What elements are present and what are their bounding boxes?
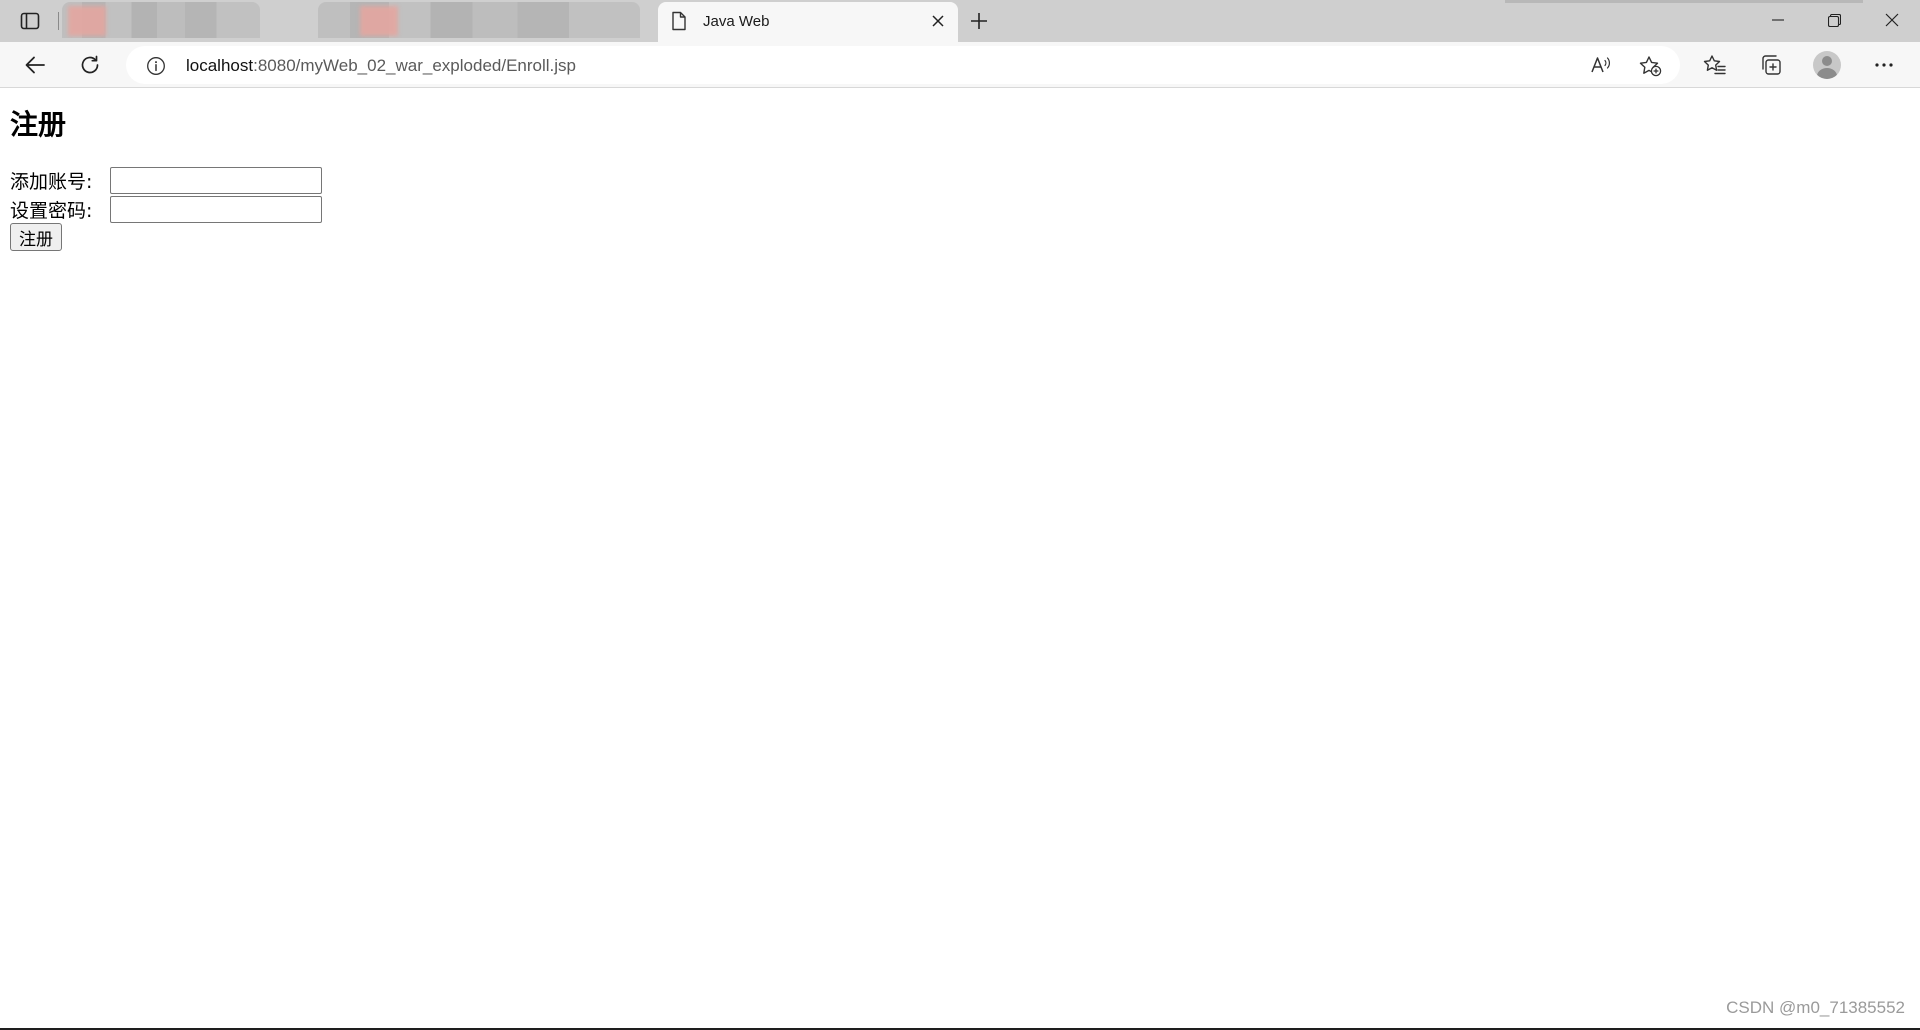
avatar bbox=[1813, 51, 1841, 79]
close-tab-icon[interactable] bbox=[930, 13, 946, 29]
read-aloud-icon[interactable] bbox=[1590, 55, 1612, 75]
blurred-favicon bbox=[68, 6, 106, 36]
password-input[interactable] bbox=[110, 196, 322, 223]
tab-title: Java Web bbox=[703, 13, 770, 30]
site-info-icon[interactable] bbox=[146, 56, 166, 76]
more-horizontal-icon bbox=[1874, 62, 1894, 68]
favorites-icon bbox=[1703, 54, 1727, 76]
minimize-icon bbox=[1771, 14, 1784, 26]
plus-icon bbox=[970, 12, 988, 30]
close-window-button[interactable] bbox=[1863, 0, 1920, 40]
account-row: 添加账号: bbox=[10, 167, 322, 194]
tab-blurred-2[interactable] bbox=[318, 2, 640, 38]
new-tab-button[interactable] bbox=[966, 8, 992, 34]
arrow-left-icon bbox=[24, 55, 46, 75]
reload-icon bbox=[79, 54, 101, 76]
blurred-favicon bbox=[360, 6, 398, 36]
collections-button[interactable] bbox=[1756, 51, 1786, 79]
watermark: CSDN @m0_71385552 bbox=[1726, 998, 1905, 1017]
url-host: localhost bbox=[186, 56, 254, 75]
account-label: 添加账号: bbox=[10, 171, 93, 193]
minimize-button[interactable] bbox=[1749, 0, 1806, 40]
settings-more-button[interactable] bbox=[1869, 51, 1899, 79]
profile-button[interactable] bbox=[1812, 51, 1842, 79]
account-input[interactable] bbox=[110, 167, 322, 194]
tab-active[interactable]: Java Web bbox=[658, 2, 958, 42]
address-bar[interactable]: localhost:8080/myWeb_02_war_exploded/Enr… bbox=[126, 46, 1680, 84]
url-text[interactable]: localhost:8080/myWeb_02_war_exploded/Enr… bbox=[186, 56, 576, 76]
tab-actions-button[interactable] bbox=[14, 8, 46, 34]
web-page: 注册 添加账号: 设置密码: 注册 CSDN @m0_71385552 bbox=[0, 89, 1920, 1030]
password-row: 设置密码: bbox=[10, 196, 322, 223]
tab-strip: Java Web bbox=[0, 0, 1920, 42]
browser-toolbar: localhost:8080/myWeb_02_war_exploded/Enr… bbox=[0, 42, 1920, 88]
document-icon bbox=[671, 11, 687, 31]
restore-button[interactable] bbox=[1806, 0, 1863, 40]
register-button[interactable]: 注册 bbox=[10, 223, 62, 251]
restore-icon bbox=[1828, 13, 1841, 27]
window-controls bbox=[1749, 0, 1920, 40]
tab-blurred-1[interactable] bbox=[62, 2, 260, 38]
close-icon bbox=[1885, 13, 1899, 27]
url-path: :8080/myWeb_02_war_exploded/Enroll.jsp bbox=[253, 56, 576, 75]
back-button[interactable] bbox=[20, 51, 50, 79]
add-favorite-icon[interactable] bbox=[1638, 55, 1662, 77]
collections-icon bbox=[1760, 54, 1782, 76]
reload-button[interactable] bbox=[75, 51, 105, 79]
favorites-button[interactable] bbox=[1700, 51, 1730, 79]
tab-actions-icon bbox=[20, 12, 40, 30]
page-title: 注册 bbox=[10, 108, 67, 141]
password-label: 设置密码: bbox=[10, 200, 93, 222]
tab-divider bbox=[58, 12, 59, 30]
